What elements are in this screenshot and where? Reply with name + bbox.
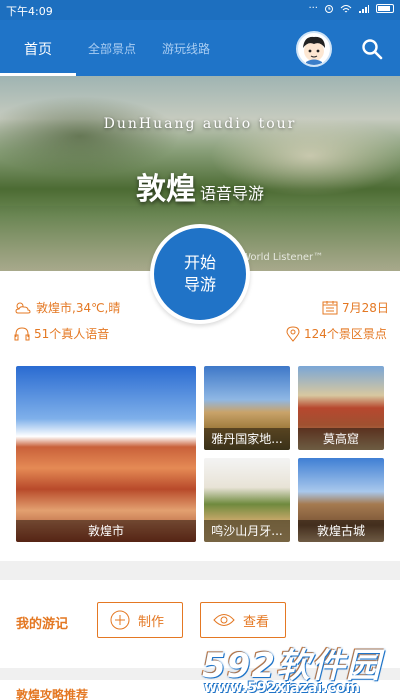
date-text: 7月28日 bbox=[342, 301, 389, 315]
make-travel-note-button[interactable]: 制作 bbox=[97, 602, 183, 638]
view-travel-note-button[interactable]: 查看 bbox=[200, 602, 286, 638]
travel-notes-label: 我的游记 bbox=[16, 617, 69, 632]
hero-title-sub: 语音导游 bbox=[199, 184, 264, 203]
wifi-icon bbox=[340, 4, 352, 12]
status-time: 下午4:09 bbox=[6, 5, 53, 18]
alarm-icon bbox=[325, 4, 333, 13]
weather-icon bbox=[15, 302, 31, 313]
tab-home[interactable]: 首页 bbox=[24, 39, 52, 59]
status-bar: 下午4:09 ··· bbox=[0, 0, 400, 20]
search-icon[interactable] bbox=[360, 37, 384, 61]
spot-card-ancient-city[interactable]: 敦煌古城 bbox=[298, 458, 384, 542]
headphones-icon bbox=[14, 327, 30, 341]
weather-info: 敦煌市,34℃,晴 bbox=[14, 299, 120, 316]
spot-name: 雅丹国家地... bbox=[204, 428, 290, 450]
app-bar: 首页 全部景点 游玩线路 bbox=[0, 20, 400, 76]
spot-name: 鸣沙山月牙... bbox=[204, 520, 290, 542]
view-label: 查看 bbox=[243, 614, 270, 630]
start-tour-label-line1: 开始 bbox=[183, 253, 216, 272]
voices-text: 51个真人语音 bbox=[34, 327, 110, 341]
tab-routes[interactable]: 游玩线路 bbox=[162, 40, 210, 57]
more-dots-icon: ··· bbox=[308, 3, 318, 14]
signal-icon bbox=[359, 4, 369, 13]
tab-all-spots[interactable]: 全部景点 bbox=[88, 40, 136, 57]
spot-name: 莫高窟 bbox=[298, 428, 384, 450]
calendar-icon bbox=[322, 301, 338, 315]
spot-card-mogao[interactable]: 莫高窟 bbox=[298, 366, 384, 450]
hero-title: 敦煌 语音导游 bbox=[0, 164, 400, 208]
spots-text: 124个景区景点 bbox=[304, 327, 387, 341]
hero-title-main: 敦煌 bbox=[135, 172, 196, 207]
spot-card-yadan[interactable]: 雅丹国家地... bbox=[204, 366, 290, 450]
date-info: 7月28日 bbox=[322, 299, 389, 316]
status-icons: ··· bbox=[308, 3, 394, 14]
spot-card-mingsha[interactable]: 鸣沙山月牙... bbox=[204, 458, 290, 542]
voices-info: 51个真人语音 bbox=[14, 325, 109, 342]
weather-text: 敦煌市,34℃,晴 bbox=[36, 301, 121, 315]
cartoon-face-icon bbox=[303, 36, 325, 65]
eye-icon bbox=[213, 614, 235, 626]
spots-info: 124个景区景点 bbox=[286, 325, 387, 342]
hero-subtitle: DunHuang audio tour bbox=[103, 116, 297, 132]
spots-grid: 敦煌市 雅丹国家地... 莫高窟 鸣沙山月牙... 敦煌古城 bbox=[0, 351, 400, 561]
location-pin-icon bbox=[286, 325, 300, 342]
start-tour-label-line2: 导游 bbox=[183, 275, 216, 294]
make-label: 制作 bbox=[138, 614, 165, 630]
spot-card-dunhuang[interactable]: 敦煌市 bbox=[16, 366, 196, 542]
guide-recommend-label: 敦煌攻略推荐 bbox=[16, 688, 89, 700]
battery-icon bbox=[376, 4, 394, 13]
start-tour-button[interactable]: 开始 导游 bbox=[150, 224, 250, 324]
avatar[interactable] bbox=[296, 31, 332, 67]
plus-circle-icon bbox=[110, 610, 130, 630]
spot-name: 敦煌古城 bbox=[298, 520, 384, 542]
spot-name: 敦煌市 bbox=[16, 520, 196, 542]
site-watermark: 592软件园 www.592xiazai.com bbox=[198, 638, 400, 700]
watermark-url: www.592xiazai.com bbox=[204, 680, 360, 696]
